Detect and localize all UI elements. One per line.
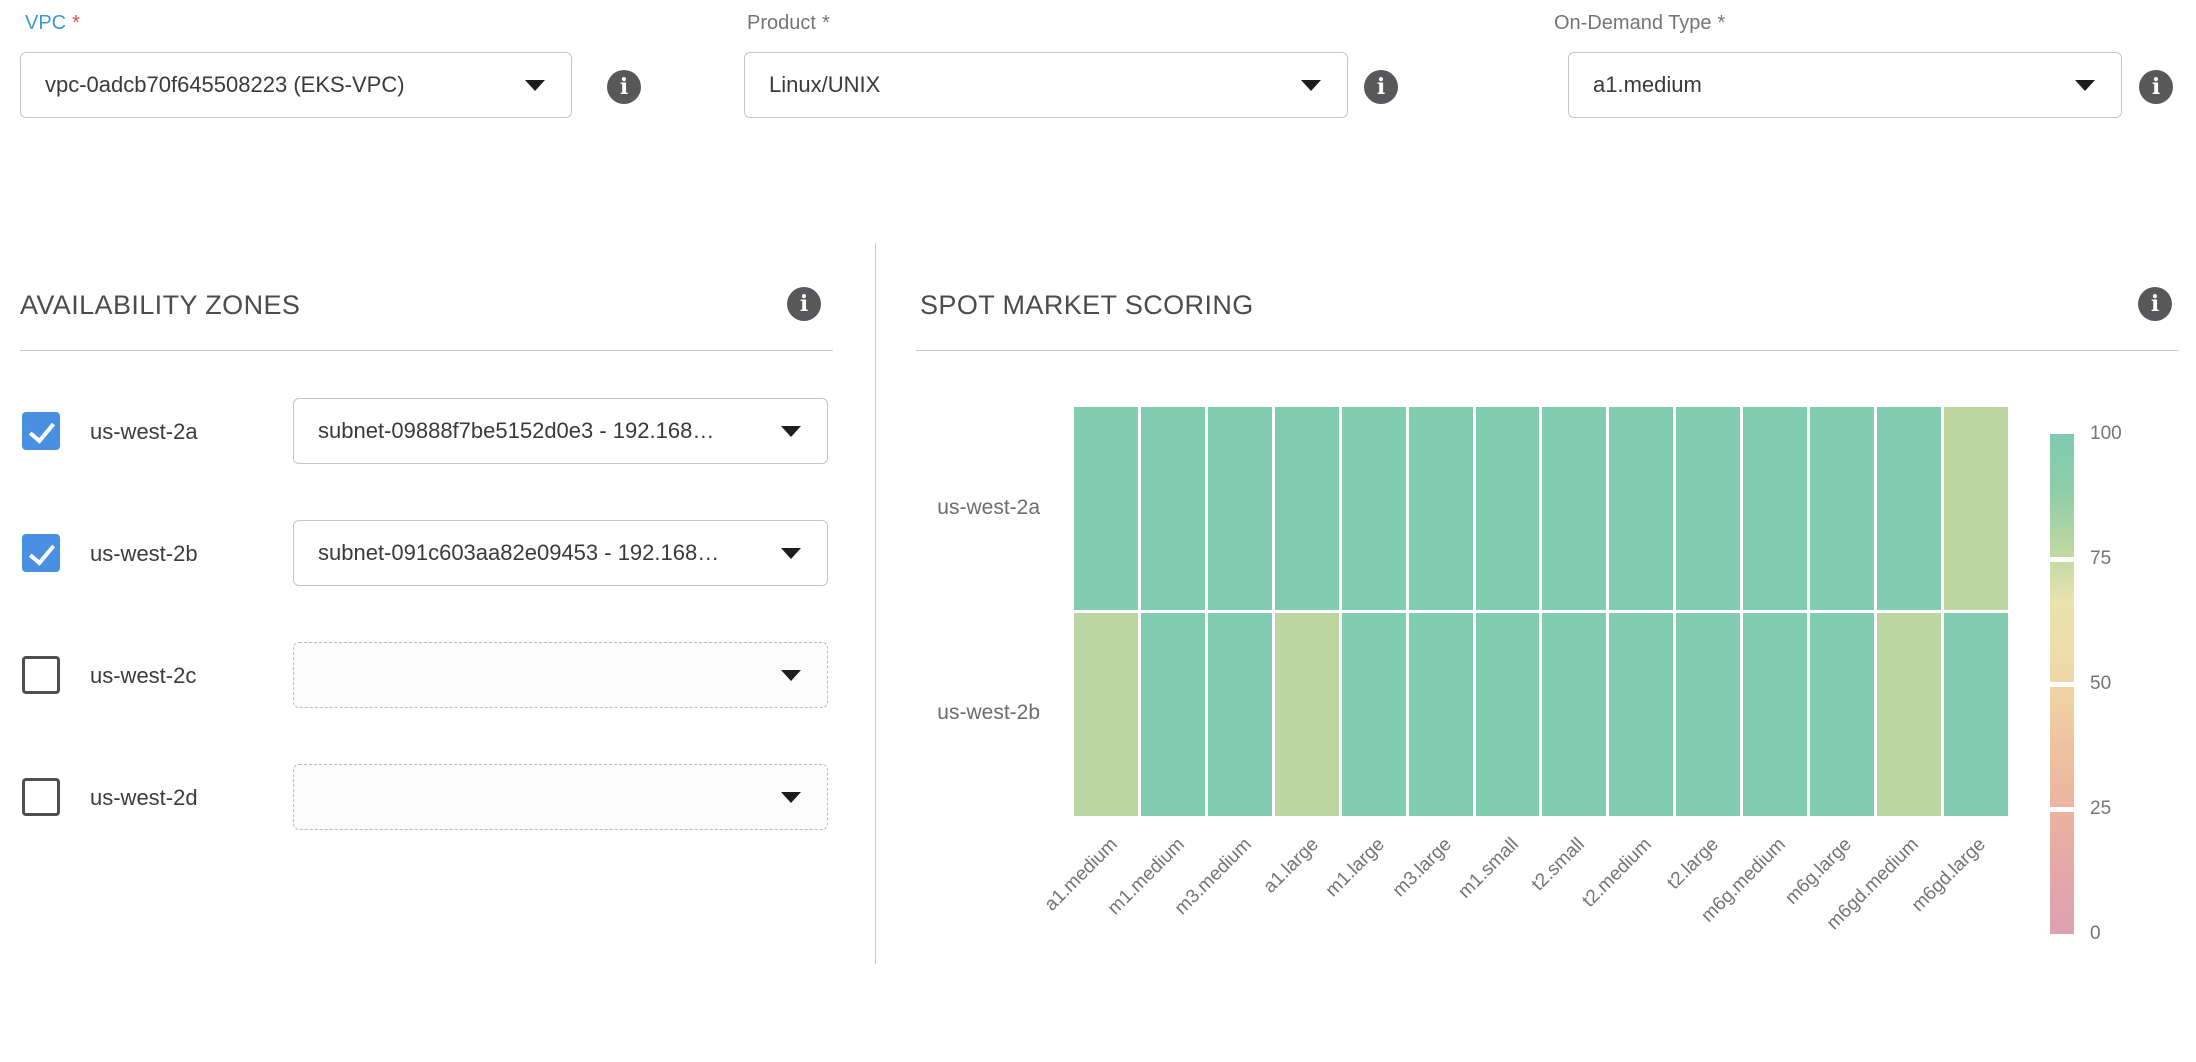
heatmap-cell [1944,613,2008,816]
subnet-select[interactable] [293,764,828,830]
colorbar-tick-label: 50 [2090,673,2160,695]
chevron-down-icon [2075,80,2095,91]
colorbar-tick-label: 0 [2090,923,2160,945]
heatmap-cell [1542,613,1606,816]
spot-market-heatmap [1074,407,2008,816]
heatmap-cell [1609,613,1673,816]
section-vertical-divider [875,243,876,964]
heatmap-row-label: us-west-2b [800,701,1040,725]
heatmap-row-label: us-west-2a [800,496,1040,520]
on-demand-type-select-value: a1.medium [1593,72,1702,98]
chevron-down-icon [781,792,801,803]
colorbar-tick-gap [2050,807,2074,812]
vpc-label: VPC* [25,12,80,35]
heatmap-cell [1208,407,1272,610]
heatmap-cell [1074,613,1138,816]
heatmap-cell [1877,407,1941,610]
subnet-select[interactable]: subnet-09888f7be5152d0e3 - 192.168… [293,398,828,464]
zone-checkbox-checked[interactable] [22,412,60,450]
colorbar-tick-label: 75 [2090,548,2160,570]
heatmap-cell [1743,613,1807,816]
heatmap-cell [1676,613,1740,816]
chevron-down-icon [781,426,801,437]
heatmap-colorbar [2050,434,2074,934]
zone-row: us-west-2a subnet-09888f7be5152d0e3 - 192… [0,398,875,465]
chevron-down-icon [1301,80,1321,91]
zone-label: us-west-2b [90,520,198,587]
on-demand-type-info-icon[interactable]: i [2139,70,2173,104]
heatmap-cell [1409,613,1473,816]
heatmap-cell [1810,407,1874,610]
colorbar-tick-label: 100 [2090,423,2160,445]
zone-label: us-west-2c [90,642,196,709]
heatmap-cell [1810,613,1874,816]
spot-market-scoring-title: SPOT MARKET SCORING [920,290,1254,321]
zone-checkbox-unchecked[interactable] [22,656,60,694]
chevron-down-icon [525,80,545,91]
heatmap-cell [1342,613,1406,816]
zone-row: us-west-2b subnet-091c603aa82e09453 - 192… [0,520,875,587]
product-select[interactable]: Linux/UNIX [744,52,1348,118]
spot-market-scoring-info-icon[interactable]: i [2138,287,2172,321]
heatmap-cell [1877,613,1941,816]
on-demand-type-label: On-Demand Type* [1554,12,1725,35]
heatmap-cell [1542,407,1606,610]
vpc-select-value: vpc-0adcb70f645508223 (EKS-VPC) [45,72,405,98]
heatmap-cell [1141,613,1205,816]
product-label: Product* [747,12,830,35]
heatmap-cell [1676,407,1740,610]
vpc-select[interactable]: vpc-0adcb70f645508223 (EKS-VPC) [20,52,572,118]
product-select-value: Linux/UNIX [769,72,880,98]
heatmap-cell [1074,407,1138,610]
zone-row: us-west-2d [0,764,875,831]
zone-checkbox-checked[interactable] [22,534,60,572]
subnet-select[interactable]: subnet-091c603aa82e09453 - 192.168… [293,520,828,586]
subnet-select[interactable] [293,642,828,708]
zone-label: us-west-2d [90,764,198,831]
colorbar-tick-gap [2050,682,2074,687]
heatmap-cell [1944,407,2008,610]
product-info-icon[interactable]: i [1364,70,1398,104]
page: { "colors": { "label_active_blue": "#3d9… [0,0,2196,964]
heatmap-cell [1141,407,1205,610]
availability-zones-title: AVAILABILITY ZONES [20,290,300,321]
chevron-down-icon [781,548,801,559]
heatmap-cell [1476,613,1540,816]
availability-zones-divider [20,350,833,351]
colorbar-tick-gap [2050,557,2074,562]
vpc-info-icon[interactable]: i [607,70,641,104]
zone-label: us-west-2a [90,398,198,465]
heatmap-cell [1409,407,1473,610]
heatmap-cell [1275,613,1339,816]
chevron-down-icon [781,670,801,681]
subnet-select-value: subnet-09888f7be5152d0e3 - 192.168… [318,418,714,444]
heatmap-cell [1275,407,1339,610]
heatmap-cell [1476,407,1540,610]
heatmap-cell [1609,407,1673,610]
zone-row: us-west-2c [0,642,875,709]
heatmap-cell [1743,407,1807,610]
subnet-select-value: subnet-091c603aa82e09453 - 192.168… [318,540,719,566]
heatmap-cell [1342,407,1406,610]
colorbar-tick-label: 25 [2090,798,2160,820]
availability-zones-info-icon[interactable]: i [787,287,821,321]
zone-checkbox-unchecked[interactable] [22,778,60,816]
on-demand-type-select[interactable]: a1.medium [1568,52,2122,118]
heatmap-cell [1208,613,1272,816]
spot-market-scoring-divider [916,350,2178,351]
